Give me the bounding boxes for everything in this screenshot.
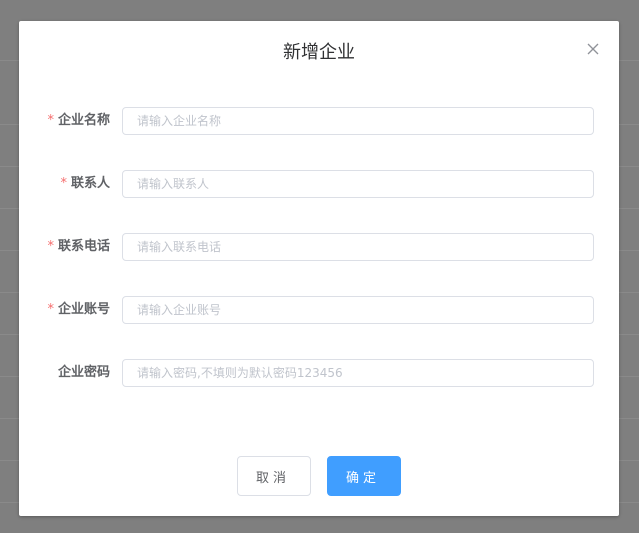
contact-label: * 联系人: [19, 170, 110, 198]
password-label: 企业密码: [57, 365, 110, 380]
phone-label: * 联系电话: [19, 233, 110, 261]
add-enterprise-dialog: 新增企业 *企业名称 *联系人 *联系电话 *企业账号 企业密码 取消 确定: [19, 21, 619, 516]
required-marker: *: [47, 239, 54, 254]
phone-input[interactable]: [122, 233, 594, 261]
label-text: 企业账号: [57, 302, 110, 317]
form-row-password: 企业密码: [19, 359, 619, 387]
account-label: * 企业账号: [19, 296, 110, 324]
form-row-contact: * 联系人: [19, 170, 619, 198]
form-row-enterprise-name: * 企业名称: [19, 107, 619, 135]
close-icon[interactable]: [587, 43, 599, 55]
contact-input[interactable]: [122, 170, 594, 198]
cancel-button[interactable]: 取消: [237, 456, 311, 496]
enterprise-name-input[interactable]: [122, 107, 594, 135]
confirm-button[interactable]: 确定: [327, 456, 401, 496]
label-text: 联系人: [70, 176, 110, 191]
password-input[interactable]: [122, 359, 594, 387]
form-row-phone: * 联系电话: [19, 233, 619, 261]
label-text: 企业名称: [57, 113, 110, 128]
label-text: 联系电话: [57, 239, 110, 254]
required-marker: *: [47, 302, 54, 317]
enterprise-name-label: * 企业名称: [19, 107, 110, 135]
required-marker: *: [47, 113, 54, 128]
account-input[interactable]: [122, 296, 594, 324]
required-marker: *: [60, 176, 67, 191]
dialog-title: 新增企业: [283, 42, 355, 63]
form-row-account: * 企业账号: [19, 296, 619, 324]
